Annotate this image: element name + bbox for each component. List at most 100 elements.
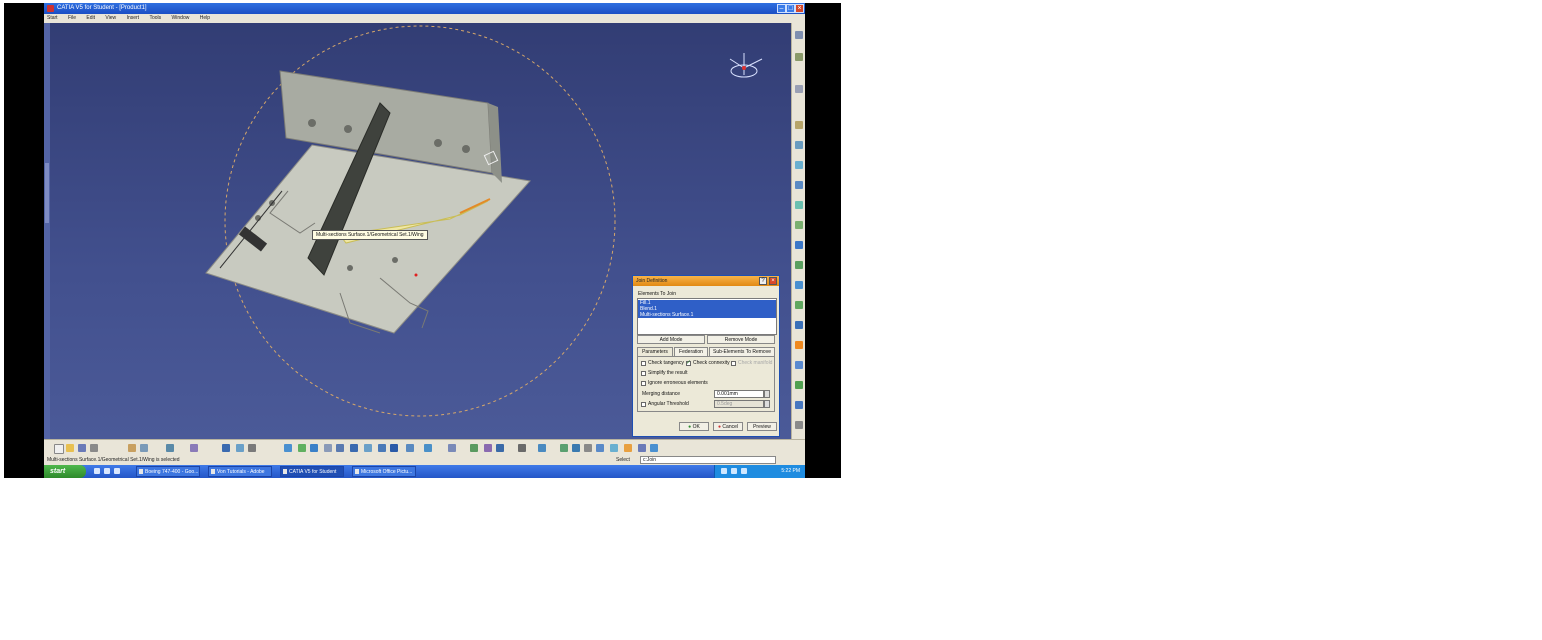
hide-show-icon[interactable] (378, 444, 386, 452)
translate-icon[interactable] (795, 381, 803, 389)
start-button[interactable]: start (44, 465, 86, 478)
angular-threshold-checkbox[interactable] (641, 402, 646, 407)
split-icon[interactable] (795, 301, 803, 309)
check-connexity-checkbox[interactable] (686, 359, 691, 366)
rotate-icon[interactable] (795, 401, 803, 409)
tab-parameters[interactable]: Parameters (637, 347, 673, 356)
analysis-icon[interactable] (448, 444, 456, 452)
earth-icon[interactable] (572, 444, 580, 452)
pan-icon[interactable] (248, 444, 256, 452)
shading-icon[interactable] (364, 444, 372, 452)
compass-tool-icon[interactable] (596, 444, 604, 452)
cut-icon[interactable] (128, 444, 136, 452)
quicklaunch-ie-icon[interactable] (94, 468, 100, 474)
menu-edit[interactable]: Edit (86, 15, 95, 21)
ok-button[interactable]: ● OK (679, 422, 709, 431)
sphere-view-icon[interactable] (560, 444, 568, 452)
sweep-icon[interactable] (795, 201, 803, 209)
menu-insert[interactable]: Insert (127, 15, 140, 21)
command-input[interactable]: c:Join (640, 456, 776, 464)
sketch-icon[interactable] (795, 31, 803, 39)
merging-distance-input[interactable]: 0.001mm (714, 390, 764, 398)
zoom-in-icon[interactable] (298, 444, 306, 452)
menu-tools[interactable]: Tools (149, 15, 161, 21)
tab-sub-elements[interactable]: Sub-Elements To Remove (709, 347, 775, 356)
swap-space-icon[interactable] (390, 444, 398, 452)
maximize-button[interactable]: □ (786, 4, 795, 13)
menu-file[interactable]: File (68, 15, 76, 21)
task-adobe[interactable]: Von Tutorials - Adobe (208, 466, 272, 477)
remove-mode-button[interactable]: Remove Mode (707, 335, 775, 344)
cursor-icon[interactable] (624, 444, 632, 452)
menu-window[interactable]: Window (172, 15, 190, 21)
list-item[interactable]: Multi-sections Surface.1 (638, 312, 776, 318)
blend-icon[interactable] (795, 241, 803, 249)
symmetry-icon[interactable] (795, 421, 803, 429)
render-icon[interactable] (406, 444, 414, 452)
simplify-checkbox[interactable] (641, 371, 646, 376)
catalog-icon[interactable] (518, 444, 526, 452)
copy-icon[interactable] (140, 444, 148, 452)
connect-icon[interactable] (610, 444, 618, 452)
point-icon[interactable] (795, 53, 803, 61)
new-icon[interactable] (54, 444, 64, 454)
save-icon[interactable] (78, 444, 86, 452)
redo-icon[interactable] (190, 444, 198, 452)
task-browser[interactable]: Boeing 747-400 - Goo... (136, 466, 200, 477)
tray-security-icon[interactable] (741, 468, 747, 474)
minimize-button[interactable]: – (777, 4, 786, 13)
close-window-button[interactable]: × (795, 4, 804, 13)
tab-federation[interactable]: Federation (674, 347, 708, 356)
task-catia[interactable]: CATIA V5 for Student (280, 466, 344, 477)
check-tangency-checkbox[interactable] (641, 361, 646, 366)
boundary-icon[interactable] (795, 341, 803, 349)
undo-icon[interactable] (166, 444, 174, 452)
fit-all-icon[interactable] (236, 444, 244, 452)
angular-threshold-input[interactable]: 0.5deg (714, 400, 764, 408)
menu-start[interactable]: Start (47, 15, 58, 21)
merging-spin-arrows[interactable] (764, 390, 770, 398)
tray-network-icon[interactable] (721, 468, 727, 474)
measure-icon[interactable] (424, 444, 432, 452)
tray-volume-icon[interactable] (731, 468, 737, 474)
multi-view-icon[interactable] (336, 444, 344, 452)
extract-icon[interactable] (795, 361, 803, 369)
fill-icon[interactable] (795, 181, 803, 189)
print-icon[interactable] (90, 444, 98, 452)
healing-icon[interactable] (795, 281, 803, 289)
graph-icon[interactable] (470, 444, 478, 452)
iso-view-icon[interactable] (350, 444, 358, 452)
zoom-out-icon[interactable] (310, 444, 318, 452)
angular-spin-arrows[interactable] (764, 400, 770, 408)
ruler-icon[interactable] (584, 444, 592, 452)
table-icon[interactable] (484, 444, 492, 452)
line-icon[interactable] (795, 85, 803, 93)
ignore-erroneous-checkbox[interactable] (641, 381, 646, 386)
normal-view-icon[interactable] (324, 444, 332, 452)
quicklaunch-media-icon[interactable] (114, 468, 120, 474)
sphere-icon[interactable] (795, 161, 803, 169)
formula-icon[interactable] (496, 444, 504, 452)
preview-button[interactable]: Preview (747, 422, 777, 431)
cancel-button[interactable]: ● Cancel (713, 422, 743, 431)
open-icon[interactable] (66, 444, 74, 452)
join-icon[interactable] (795, 261, 803, 269)
help-icon[interactable]: ? (759, 277, 767, 285)
sync-icon[interactable] (650, 444, 658, 452)
fly-mode-icon[interactable] (222, 444, 230, 452)
trim-icon[interactable] (795, 321, 803, 329)
extrude-icon[interactable] (795, 121, 803, 129)
task-office-picture[interactable]: Microsoft Office Pictu... (352, 466, 416, 477)
rotate-view-icon[interactable] (284, 444, 292, 452)
quicklaunch-desktop-icon[interactable] (104, 468, 110, 474)
menu-help[interactable]: Help (200, 15, 210, 21)
menu-view[interactable]: View (105, 15, 116, 21)
check-manifold-checkbox[interactable] (731, 361, 736, 366)
knowledge-icon[interactable] (538, 444, 546, 452)
help-tool-icon[interactable] (638, 444, 646, 452)
revolve-icon[interactable] (795, 141, 803, 149)
close-icon[interactable]: × (769, 277, 777, 285)
multi-section-icon[interactable] (795, 221, 803, 229)
add-mode-button[interactable]: Add Mode (637, 335, 705, 344)
tree-scroll-handle[interactable] (45, 163, 49, 223)
